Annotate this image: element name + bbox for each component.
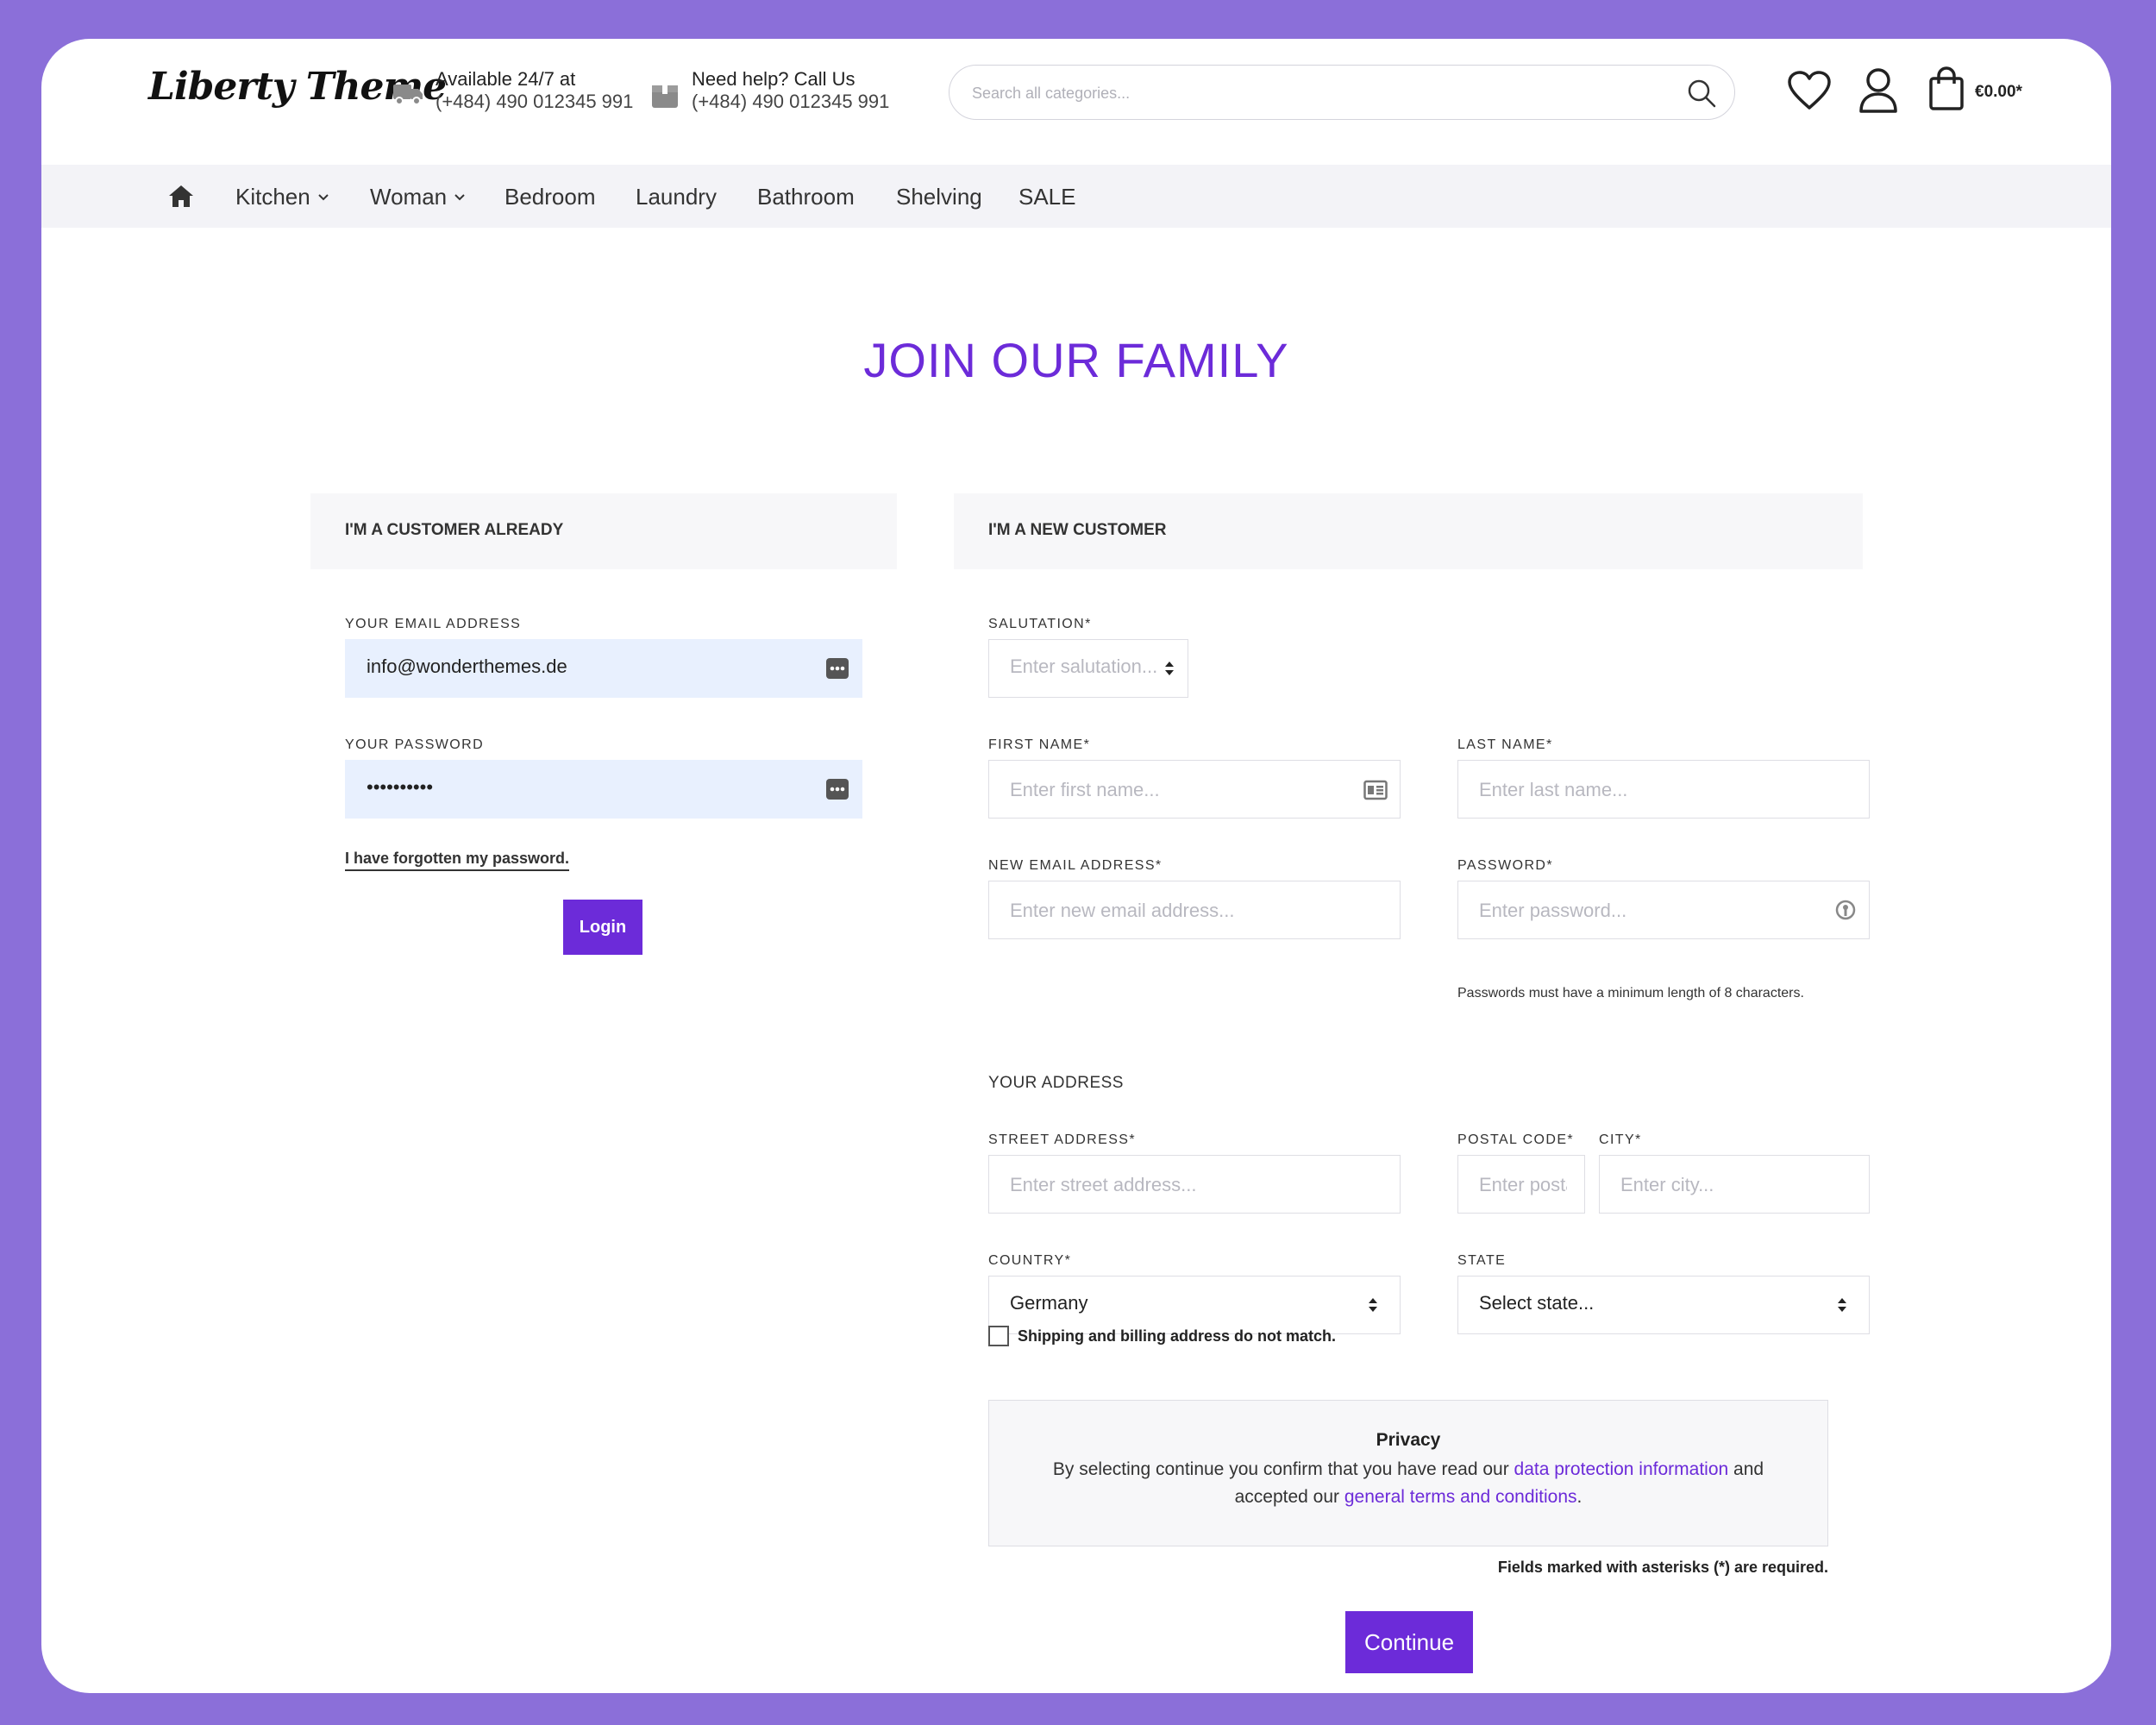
nav-item-woman[interactable]: Woman [370, 184, 466, 210]
register-heading: I'M A NEW CUSTOMER [988, 521, 1167, 539]
nav-item-laundry[interactable]: Laundry [636, 184, 717, 210]
home-icon[interactable] [167, 184, 195, 208]
nav-item-label: Woman [370, 184, 448, 210]
different-shipping-label: Shipping and billing address do not matc… [1018, 1327, 1337, 1345]
help-info: Need help? Call Us (+484) 490 012345 991 [650, 68, 889, 113]
nav-item-label: Kitchen [235, 184, 310, 210]
help-line-2: (+484) 490 012345 991 [692, 91, 890, 112]
different-shipping-option[interactable]: Shipping and billing address do not matc… [988, 1326, 1336, 1346]
nav-item-shelving[interactable]: Shelving [896, 184, 982, 210]
password-manager-icon[interactable] [825, 778, 849, 800]
new-password-input[interactable] [1479, 897, 1817, 925]
data-protection-link[interactable]: data protection information [1514, 1459, 1729, 1479]
state-select[interactable]: Select state... [1457, 1276, 1870, 1334]
required-fields-note: Fields marked with asterisks (*) are req… [1497, 1559, 1828, 1576]
new-password-label: PASSWORD* [1457, 858, 1553, 873]
login-password-field[interactable]: •••••••••• [345, 760, 862, 819]
login-panel-header: I'M A CUSTOMER ALREADY [310, 493, 897, 569]
continue-button[interactable]: Continue [1345, 1611, 1473, 1673]
truck-icon [393, 85, 423, 105]
select-arrows-icon [1838, 1298, 1846, 1312]
salutation-select[interactable]: Enter salutation... [988, 639, 1188, 698]
postal-code-field[interactable] [1457, 1155, 1585, 1214]
nav-item-label: Shelving [896, 184, 982, 210]
login-email-field[interactable]: info@wonderthemes.de [345, 639, 862, 698]
cart-amount[interactable]: €0.00* [1975, 83, 2022, 102]
new-email-input[interactable] [1010, 897, 1379, 925]
heart-icon[interactable] [1787, 70, 1832, 111]
salutation-placeholder: Enter salutation... [1010, 656, 1156, 677]
search-bar[interactable] [949, 65, 1735, 120]
package-icon [652, 85, 678, 108]
new-password-field[interactable] [1457, 881, 1870, 939]
first-name-label: FIRST NAME* [988, 737, 1091, 752]
privacy-text-part: . [1576, 1487, 1583, 1507]
nav-item-label: SALE [1018, 184, 1076, 210]
street-field[interactable] [988, 1155, 1401, 1214]
email-label: YOUR EMAIL ADDRESS [345, 617, 522, 631]
page-title: JOIN OUR FAMILY [863, 333, 1289, 387]
login-heading: I'M A CUSTOMER ALREADY [345, 521, 564, 539]
first-name-input[interactable] [1010, 776, 1348, 804]
nav-item-label: Bedroom [505, 184, 596, 210]
forgot-password-link[interactable]: I have forgotten my password. [345, 850, 570, 871]
login-email-value: info@wonderthemes.de [367, 656, 567, 677]
nav-item-sale[interactable]: SALE [1018, 184, 1076, 210]
register-panel-header: I'M A NEW CUSTOMER [954, 493, 1863, 569]
salutation-label: SALUTATION* [988, 617, 1092, 631]
postal-code-input[interactable] [1479, 1171, 1567, 1199]
main-nav: Kitchen Woman Bedroom Laundry Bathroom S… [41, 165, 2111, 228]
browser-page: Liberty Theme Available 24/7 at (+484) 4… [41, 39, 2111, 1693]
select-arrows-icon [1369, 1298, 1377, 1312]
last-name-input[interactable] [1479, 776, 1848, 804]
nav-item-bathroom[interactable]: Bathroom [757, 184, 855, 210]
privacy-text: By selecting continue you confirm that y… [1037, 1456, 1779, 1511]
help-line-1: Need help? Call Us [692, 68, 856, 90]
country-label: COUNTRY* [988, 1253, 1072, 1268]
nav-item-label: Laundry [636, 184, 717, 210]
privacy-text-part: By selecting continue you confirm that y… [1052, 1459, 1514, 1479]
privacy-title: Privacy [1376, 1430, 1441, 1450]
last-name-label: LAST NAME* [1457, 737, 1553, 752]
contact-card-icon[interactable] [1363, 780, 1388, 800]
nav-item-bedroom[interactable]: Bedroom [505, 184, 596, 210]
cart-icon[interactable] [1928, 66, 1965, 111]
password-hint: Passwords must have a minimum length of … [1457, 986, 1804, 1000]
street-input[interactable] [1010, 1171, 1379, 1199]
postal-code-label: POSTAL CODE* [1457, 1132, 1575, 1147]
account-icon[interactable] [1858, 66, 1899, 113]
login-button[interactable]: Login [563, 900, 642, 955]
address-section-title: YOUR ADDRESS [988, 1074, 1124, 1092]
first-name-field[interactable] [988, 760, 1401, 819]
new-email-field[interactable] [988, 881, 1401, 939]
select-arrows-icon [1165, 662, 1174, 675]
terms-link[interactable]: general terms and conditions [1344, 1487, 1577, 1507]
city-label: CITY* [1599, 1132, 1642, 1147]
login-password-value: •••••••••• [367, 776, 434, 798]
privacy-box: Privacy By selecting continue you confir… [988, 1400, 1828, 1546]
chevron-down-icon [318, 193, 329, 200]
last-name-field[interactable] [1457, 760, 1870, 819]
new-email-label: NEW EMAIL ADDRESS* [988, 858, 1163, 873]
shipping-info: Available 24/7 at (+484) 490 012345 991 [392, 68, 633, 113]
password-key-icon[interactable] [1834, 899, 1857, 923]
state-value: Select state... [1479, 1292, 1595, 1314]
city-field[interactable] [1599, 1155, 1870, 1214]
nav-item-label: Bathroom [757, 184, 855, 210]
state-label: STATE [1457, 1253, 1507, 1268]
different-shipping-checkbox[interactable] [988, 1326, 1009, 1346]
nav-item-kitchen[interactable]: Kitchen [235, 184, 329, 210]
shipping-line-2: (+484) 490 012345 991 [436, 91, 634, 112]
password-label: YOUR PASSWORD [345, 737, 485, 752]
shipping-line-1: Available 24/7 at [436, 68, 576, 90]
country-value: Germany [1010, 1292, 1088, 1314]
street-label: STREET ADDRESS* [988, 1132, 1136, 1147]
password-manager-icon[interactable] [825, 657, 849, 680]
chevron-down-icon [454, 193, 465, 200]
search-icon[interactable] [1686, 78, 1717, 109]
city-input[interactable] [1620, 1171, 1848, 1199]
search-input[interactable] [972, 79, 1679, 107]
